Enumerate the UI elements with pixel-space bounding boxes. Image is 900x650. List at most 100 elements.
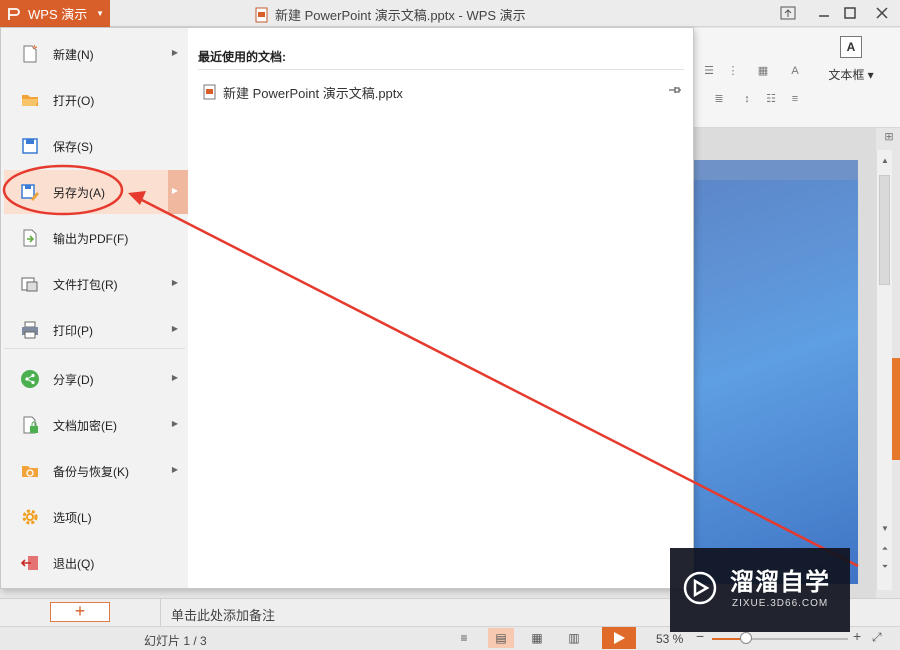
pdf-export-icon bbox=[19, 227, 41, 249]
file-menu-item-exit[interactable]: 退出(Q) bbox=[4, 541, 188, 585]
file-menu-item-gear[interactable]: 选项(L) bbox=[4, 495, 188, 539]
menu-item-label: 另存为(A) bbox=[53, 185, 105, 200]
file-menu-item-printer[interactable]: 打印(P) ▶ bbox=[4, 308, 188, 352]
watermark: 溜溜自学 ZIXUE.3D66.COM bbox=[670, 548, 850, 632]
upload-icon[interactable] bbox=[777, 3, 799, 23]
file-menu-item-save-as[interactable]: 另存为(A) ▶ bbox=[4, 170, 188, 214]
file-menu-item-pdf-export[interactable]: 输出为PDF(F) bbox=[4, 216, 188, 260]
zoom-level[interactable]: 53 % bbox=[656, 632, 683, 646]
close-button[interactable] bbox=[871, 3, 893, 23]
zoom-in-icon[interactable]: + bbox=[853, 628, 861, 644]
menu-item-label: 备份与恢复(K) bbox=[53, 464, 129, 479]
line-spacing-icon[interactable]: ↕ bbox=[738, 92, 756, 106]
menu-divider bbox=[4, 348, 185, 349]
menu-item-label: 文档加密(E) bbox=[53, 418, 117, 433]
align-icon[interactable]: ≡ bbox=[786, 92, 804, 106]
border-icon[interactable]: ▦ bbox=[754, 64, 772, 78]
watermark-title: 溜溜自学 bbox=[730, 569, 830, 596]
exit-icon bbox=[19, 552, 41, 574]
window-title: 新建 PowerPoint 演示文稿.pptx - WPS 演示 bbox=[255, 5, 526, 24]
title-bar: WPS 演示 ▼ 新建 PowerPoint 演示文稿.pptx - WPS 演… bbox=[0, 0, 900, 27]
file-menu-item-new-document[interactable]: 新建(N) ▶ bbox=[4, 32, 188, 76]
normal-view-icon[interactable]: ▤ bbox=[488, 628, 514, 648]
save-icon bbox=[19, 135, 41, 157]
scrollbar-thumb[interactable] bbox=[879, 175, 890, 285]
prev-slide-icon[interactable]: ⏶ bbox=[877, 542, 893, 556]
menu-item-label: 文件打包(R) bbox=[53, 277, 118, 292]
chevron-right-icon: ▶ bbox=[171, 186, 178, 195]
notes-view-icon[interactable]: ≡ bbox=[451, 628, 477, 648]
gear-icon bbox=[19, 506, 41, 528]
menu-item-label: 打印(P) bbox=[53, 323, 93, 338]
fit-window-icon[interactable]: ⤢ bbox=[872, 630, 882, 645]
file-menu: 新建(N) ▶ 打开(O) 保存(S) 另存为(A) ▶ 输出为PDF(F) 文件打包(R) ▶… bbox=[0, 27, 694, 589]
presentation-file-icon bbox=[203, 84, 216, 100]
printer-icon bbox=[19, 319, 41, 341]
scroll-up-icon[interactable]: ▲ bbox=[877, 154, 893, 168]
vertical-scrollbar[interactable]: ▲ ▼ ⏶ ⏷ bbox=[876, 150, 892, 590]
notes-placeholder[interactable]: 单击此处添加备注 bbox=[171, 605, 275, 624]
side-panel-toggle[interactable] bbox=[892, 358, 900, 460]
chevron-right-icon: ▶ bbox=[171, 419, 178, 428]
chevron-right-icon: ▶ bbox=[171, 48, 178, 57]
recent-documents-title: 最近使用的文档: bbox=[198, 50, 286, 64]
wps-logo-icon bbox=[8, 7, 20, 20]
chevron-right-icon: ▶ bbox=[171, 373, 178, 382]
recent-document-item[interactable]: 新建 PowerPoint 演示文稿.pptx bbox=[203, 82, 683, 102]
watermark-logo-icon bbox=[683, 571, 717, 605]
file-menu-item-open-folder[interactable]: 打开(O) bbox=[4, 78, 188, 122]
chevron-down-icon: ▼ bbox=[96, 9, 104, 18]
minimize-button[interactable] bbox=[813, 3, 835, 23]
textbox-icon: A bbox=[840, 36, 862, 58]
bullets-icon[interactable]: ☷ bbox=[762, 92, 780, 106]
slide-preview[interactable] bbox=[694, 160, 858, 584]
save-as-icon bbox=[19, 181, 41, 203]
menu-item-label: 输出为PDF(F) bbox=[53, 231, 129, 246]
encrypt-icon bbox=[19, 414, 41, 436]
menu-item-label: 分享(D) bbox=[53, 372, 94, 387]
reading-view-icon[interactable]: ▥ bbox=[561, 628, 587, 648]
play-icon bbox=[614, 632, 625, 644]
slide-sorter-icon[interactable]: ▦ bbox=[524, 628, 550, 648]
zoom-slider-thumb[interactable] bbox=[740, 632, 752, 644]
file-menu-item-share[interactable]: 分享(D) ▶ bbox=[4, 357, 188, 401]
recent-document-name: 新建 PowerPoint 演示文稿.pptx bbox=[223, 85, 403, 101]
chevron-right-icon: ▶ bbox=[171, 465, 178, 474]
slide-count: 幻灯片 1 / 3 bbox=[144, 634, 207, 648]
ribbon-options-icon[interactable]: ⊞ bbox=[880, 130, 898, 144]
file-menu-item-backup[interactable]: 备份与恢复(K) ▶ bbox=[4, 449, 188, 493]
app-menu-button[interactable]: WPS 演示 ▼ bbox=[0, 0, 110, 27]
share-icon bbox=[19, 368, 41, 390]
file-menu-item-save[interactable]: 保存(S) bbox=[4, 124, 188, 168]
columns-icon[interactable]: ⋮ bbox=[724, 64, 742, 78]
next-slide-icon[interactable]: ⏷ bbox=[877, 560, 893, 574]
file-menu-item-package[interactable]: 文件打包(R) ▶ bbox=[4, 262, 188, 306]
menu-item-label: 新建(N) bbox=[53, 47, 94, 62]
scroll-down-icon[interactable]: ▼ bbox=[877, 522, 893, 536]
app-name: WPS 演示 bbox=[28, 7, 88, 22]
slideshow-play-button[interactable] bbox=[602, 627, 636, 649]
open-folder-icon bbox=[19, 89, 41, 111]
recent-divider bbox=[198, 69, 684, 70]
notes-divider bbox=[160, 598, 161, 626]
watermark-url: ZIXUE.3D66.COM bbox=[732, 598, 829, 609]
file-menu-item-encrypt[interactable]: 文档加密(E) ▶ bbox=[4, 403, 188, 447]
new-document-icon bbox=[19, 43, 41, 65]
indent-decrease-icon[interactable]: ☰ bbox=[700, 64, 718, 78]
chevron-right-icon: ▶ bbox=[171, 278, 178, 287]
menu-item-label: 选项(L) bbox=[53, 510, 92, 525]
menu-item-label: 打开(O) bbox=[53, 93, 95, 108]
maximize-button[interactable] bbox=[839, 3, 861, 23]
textbox-label: 文本框 ▾ bbox=[828, 68, 874, 82]
menu-item-label: 退出(Q) bbox=[53, 556, 95, 571]
textbox-button[interactable]: A 文本框 ▾ bbox=[826, 36, 876, 116]
distribute-icon[interactable]: ≣ bbox=[710, 92, 728, 106]
pin-icon[interactable] bbox=[668, 83, 682, 97]
text-direction-icon[interactable]: A bbox=[786, 64, 804, 78]
backup-icon bbox=[19, 460, 41, 482]
chevron-right-icon: ▶ bbox=[171, 324, 178, 333]
presentation-file-icon bbox=[255, 7, 268, 22]
add-slide-button[interactable]: + bbox=[50, 602, 110, 622]
window-title-text: 新建 PowerPoint 演示文稿.pptx - WPS 演示 bbox=[275, 8, 526, 23]
menu-item-label: 保存(S) bbox=[53, 139, 93, 154]
